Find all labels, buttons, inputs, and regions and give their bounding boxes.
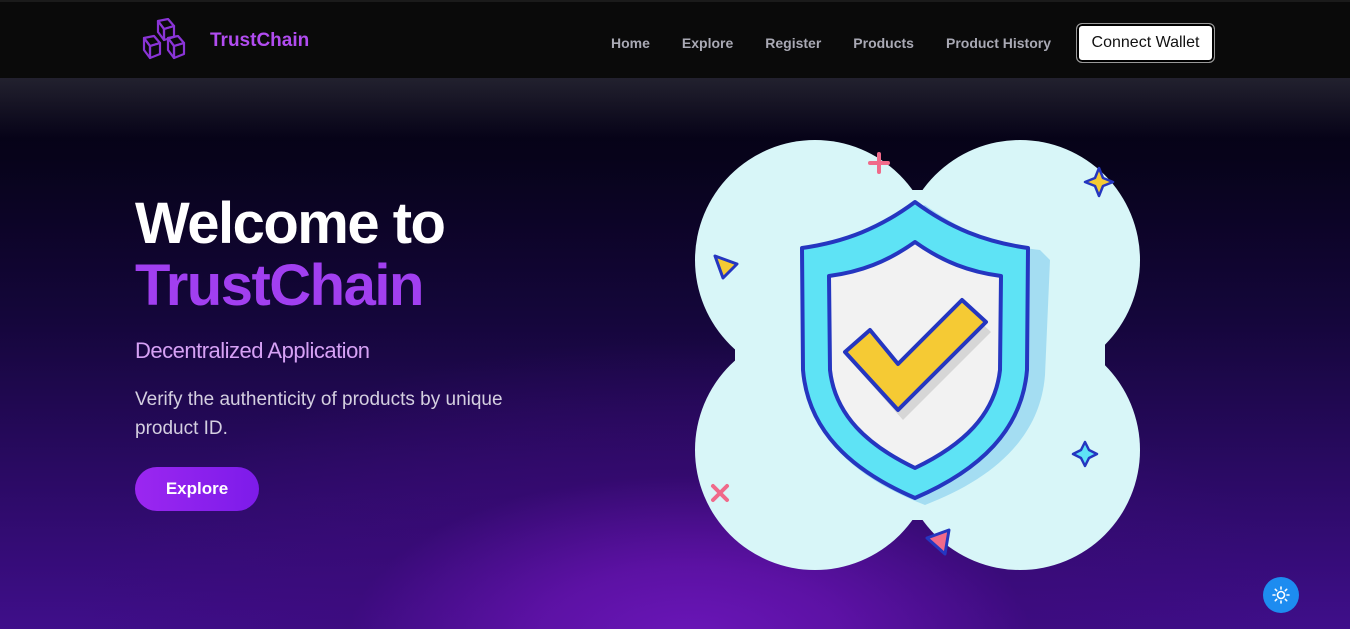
cubes-logo-icon <box>142 18 186 60</box>
brand[interactable]: TrustChain <box>138 18 309 64</box>
sun-icon <box>1272 586 1290 604</box>
hero-description: Verify the authenticity of products by u… <box>135 389 503 439</box>
theme-toggle-button[interactable] <box>1263 577 1299 613</box>
nav-product-history[interactable]: Product History <box>946 35 1051 51</box>
shield-check-icon <box>695 140 1140 570</box>
explore-button[interactable]: Explore <box>135 467 259 511</box>
nav-products[interactable]: Products <box>853 35 914 51</box>
navbar: TrustChain Home Explore Register Product… <box>0 0 1350 78</box>
nav-links: Home Explore Register Products Product H… <box>611 35 1083 51</box>
hero-text: Welcome to TrustChain Decentralized Appl… <box>135 193 595 443</box>
nav-home[interactable]: Home <box>611 35 650 51</box>
hero-subtitle: Decentralized Application <box>135 338 370 363</box>
nav-explore[interactable]: Explore <box>682 35 733 51</box>
brand-name: TrustChain <box>210 30 310 51</box>
nav-register[interactable]: Register <box>765 35 821 51</box>
hero-title-line1: Welcome to <box>135 191 446 256</box>
connect-wallet-button[interactable]: Connect Wallet <box>1076 23 1215 63</box>
hero-title-line2: TrustChain <box>135 253 424 318</box>
